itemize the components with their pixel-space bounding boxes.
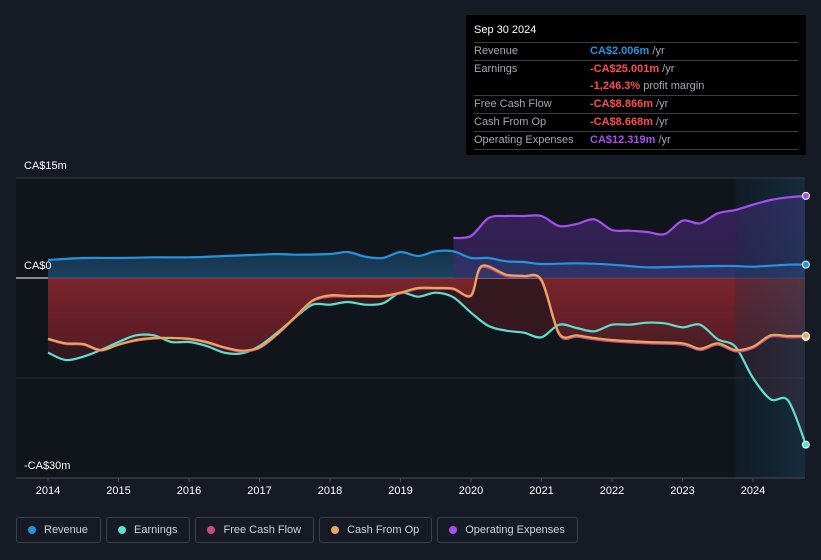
tooltip-suffix: profit margin [640, 80, 705, 92]
legend: Revenue Earnings Free Cash Flow Cash Fro… [16, 517, 578, 543]
legend-label: Operating Expenses [465, 524, 565, 536]
operating-expenses-dot-icon [449, 526, 458, 534]
y-tick-label-15m: CA$15m [24, 160, 67, 172]
y-tick-label-0: CA$0 [24, 260, 52, 272]
revenue-dot-icon [28, 526, 36, 534]
operating-expenses-end-marker [801, 191, 810, 200]
tooltip-row-profit-margin: -1,246.3% profit margin [474, 78, 798, 96]
tooltip-value: -CA$8.866m [590, 98, 653, 110]
tooltip-value: -1,246.3% [590, 80, 641, 92]
legend-item-earnings[interactable]: Earnings [106, 517, 191, 543]
tooltip-suffix: /yr [655, 134, 671, 146]
tooltip-label: Earnings [474, 63, 518, 75]
legend-item-cash-from-op[interactable]: Cash From Op [319, 517, 433, 543]
x-tick-label-2019: 2019 [388, 485, 413, 497]
tooltip-label: Cash From Op [474, 116, 547, 128]
tooltip-label [474, 78, 590, 95]
x-tick-label-2017: 2017 [247, 485, 272, 497]
x-tick-label-2018: 2018 [317, 485, 343, 497]
tooltip-row-earnings: Earnings -CA$25.001m /yr [474, 61, 798, 78]
x-tick-label-2023: 2023 [670, 485, 695, 497]
tooltip-value: CA$2.006m [590, 45, 650, 57]
tooltip-value: -CA$8.668m [590, 116, 653, 128]
tooltip-suffix: /yr [652, 116, 669, 128]
legend-item-revenue[interactable]: Revenue [16, 517, 102, 543]
cash-from-op-end-marker [801, 331, 810, 340]
tooltip-value: CA$12.319m [590, 134, 656, 146]
tooltip-suffix: /yr [652, 98, 669, 110]
tooltip: Sep 30 2024 Revenue CA$2.006m /yr Earnin… [466, 15, 806, 155]
x-tick-label-2022: 2022 [599, 485, 625, 497]
x-tick-label-2024: 2024 [740, 485, 766, 497]
legend-label: Revenue [44, 524, 89, 536]
legend-item-free-cash-flow[interactable]: Free Cash Flow [195, 517, 315, 543]
tooltip-label: Operating Expenses [474, 134, 574, 146]
tooltip-suffix: /yr [659, 63, 675, 75]
x-tick-label-2014: 2014 [35, 485, 61, 497]
tooltip-row-cash-from-op: Cash From Op -CA$8.668m /yr [474, 114, 798, 132]
x-tick-label-2015: 2015 [106, 485, 131, 497]
legend-item-operating-expenses[interactable]: Operating Expenses [437, 517, 578, 543]
earnings-end-marker [801, 440, 810, 449]
y-tick-label-neg30m: -CA$30m [24, 460, 71, 472]
tooltip-value: -CA$25.001m [590, 63, 660, 75]
cash-from-op-dot-icon [331, 526, 340, 534]
x-tick-label-2021: 2021 [529, 485, 554, 497]
tooltip-row-operating-expenses: Operating Expenses CA$12.319m /yr [474, 132, 798, 150]
tooltip-date: Sep 30 2024 [474, 23, 798, 43]
legend-label: Cash From Op [347, 524, 420, 536]
x-tick-label-2020: 2020 [458, 485, 484, 497]
tooltip-row-revenue: Revenue CA$2.006m /yr [474, 43, 798, 61]
tooltip-row-free-cash-flow: Free Cash Flow -CA$8.866m /yr [474, 96, 798, 114]
legend-label: Earnings [134, 524, 178, 536]
revenue-end-marker [801, 260, 810, 269]
tooltip-suffix: /yr [649, 45, 665, 57]
x-tick-label-2016: 2016 [176, 485, 202, 497]
tooltip-label: Revenue [474, 45, 519, 57]
tooltip-label: Free Cash Flow [474, 98, 552, 110]
forecast-shade [735, 178, 805, 478]
earnings-dot-icon [118, 526, 127, 534]
free-cash-flow-dot-icon [207, 526, 216, 534]
legend-label: Free Cash Flow [223, 524, 302, 536]
